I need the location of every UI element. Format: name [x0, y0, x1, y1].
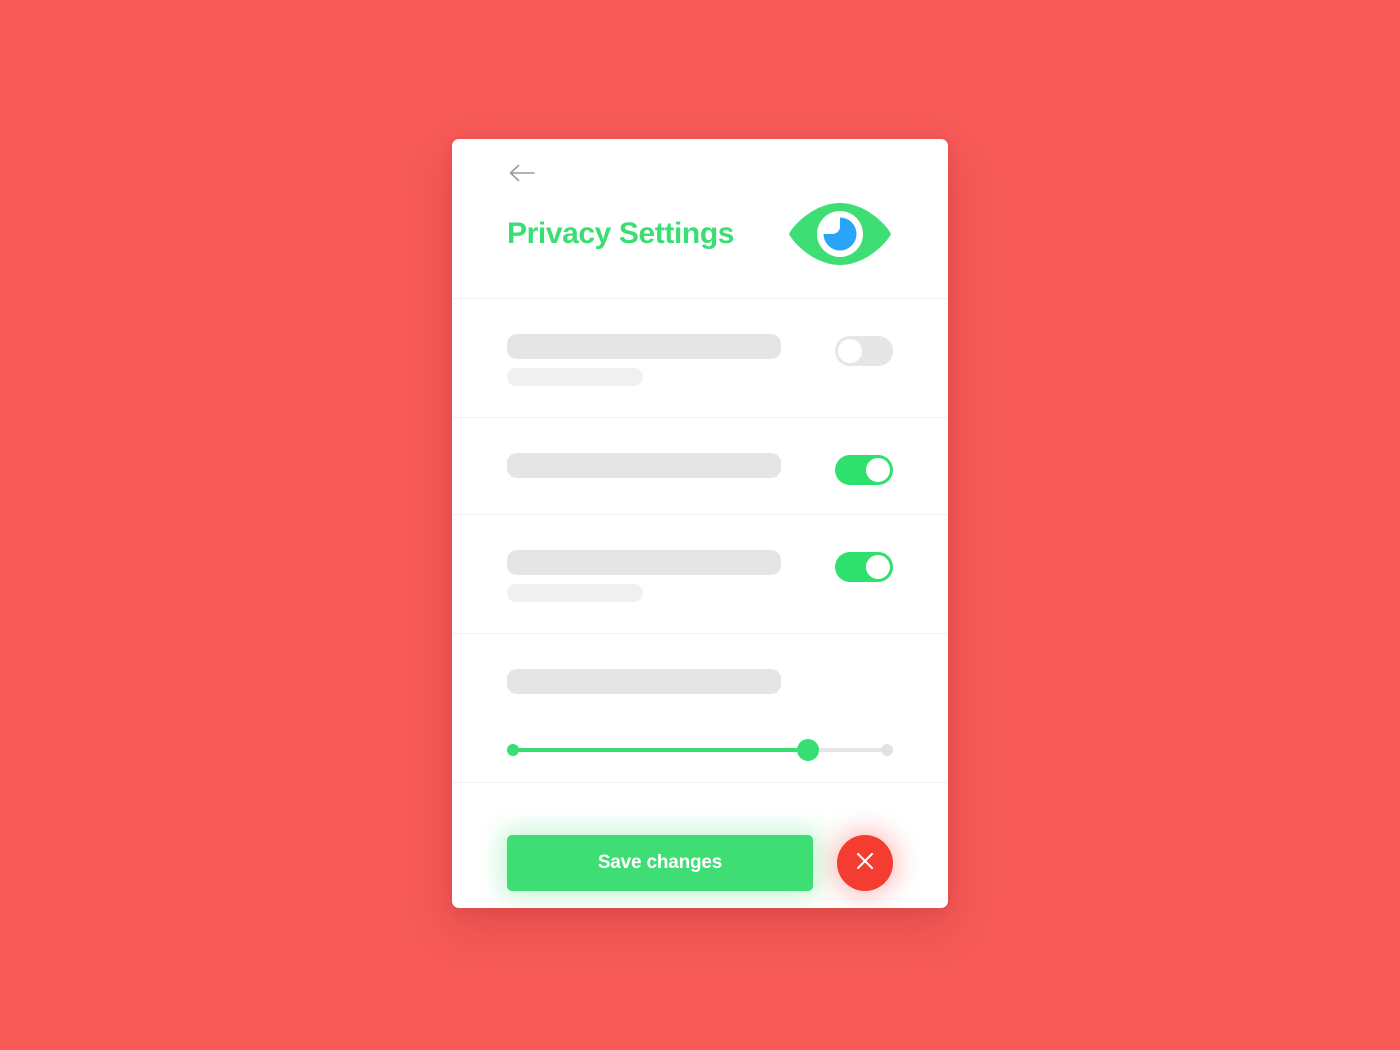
setting-label-placeholder: [507, 550, 781, 575]
setting-row-slider: [452, 634, 948, 782]
page-title: Privacy Settings: [507, 217, 735, 250]
slider-fill: [513, 748, 811, 752]
header-main: Privacy Settings: [507, 201, 893, 267]
setting-label-placeholder: [507, 334, 781, 359]
slider-end-dot: [881, 744, 893, 756]
card-actions: Save changes: [452, 783, 948, 908]
toggle-switch-2[interactable]: [835, 455, 893, 485]
privacy-settings-card: Privacy Settings Save changes: [452, 139, 948, 908]
toggle-switch-1[interactable]: [835, 336, 893, 366]
toggle-knob: [866, 458, 890, 482]
close-x-icon: [854, 850, 876, 875]
toggle-knob: [866, 555, 890, 579]
close-button[interactable]: [837, 834, 893, 891]
eye-icon: [787, 201, 893, 267]
setting-label-placeholder: [507, 669, 781, 694]
setting-row[interactable]: [452, 299, 948, 417]
setting-row-labels: [507, 550, 835, 602]
setting-description-placeholder: [507, 584, 643, 602]
back-button[interactable]: [505, 159, 539, 187]
setting-description-placeholder: [507, 368, 643, 386]
toggle-knob: [838, 339, 862, 363]
range-slider[interactable]: [507, 739, 893, 761]
arrow-left-icon: [509, 164, 535, 182]
setting-row[interactable]: [452, 418, 948, 514]
slider-start-dot: [507, 744, 519, 756]
setting-row[interactable]: [452, 515, 948, 633]
setting-row-labels: [507, 453, 835, 478]
setting-label-placeholder: [507, 453, 781, 478]
card-header: Privacy Settings: [452, 139, 948, 298]
save-changes-button[interactable]: Save changes: [507, 834, 813, 891]
slider-handle[interactable]: [797, 739, 819, 761]
setting-row-labels: [507, 334, 835, 386]
toggle-switch-3[interactable]: [835, 552, 893, 582]
